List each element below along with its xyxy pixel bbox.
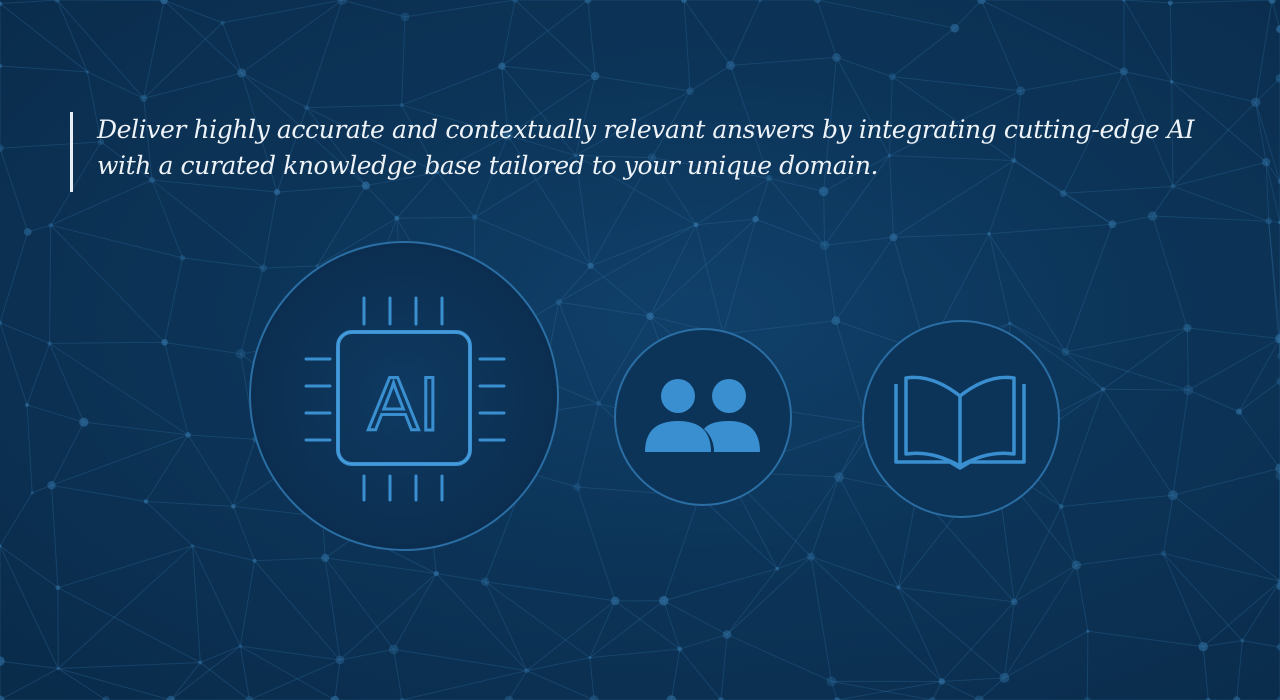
headline-line-2: with a curated knowledge base tailored t… [97,151,879,180]
headline-quote: Deliver highly accurate and contextually… [70,112,1220,192]
headline-line-1: Deliver highly accurate and contextually… [97,115,1195,144]
ai-chip-label: AI [368,362,440,447]
open-book-icon [860,318,1062,520]
people-icon [612,326,794,508]
ai-chip-icon: AI [248,236,560,558]
